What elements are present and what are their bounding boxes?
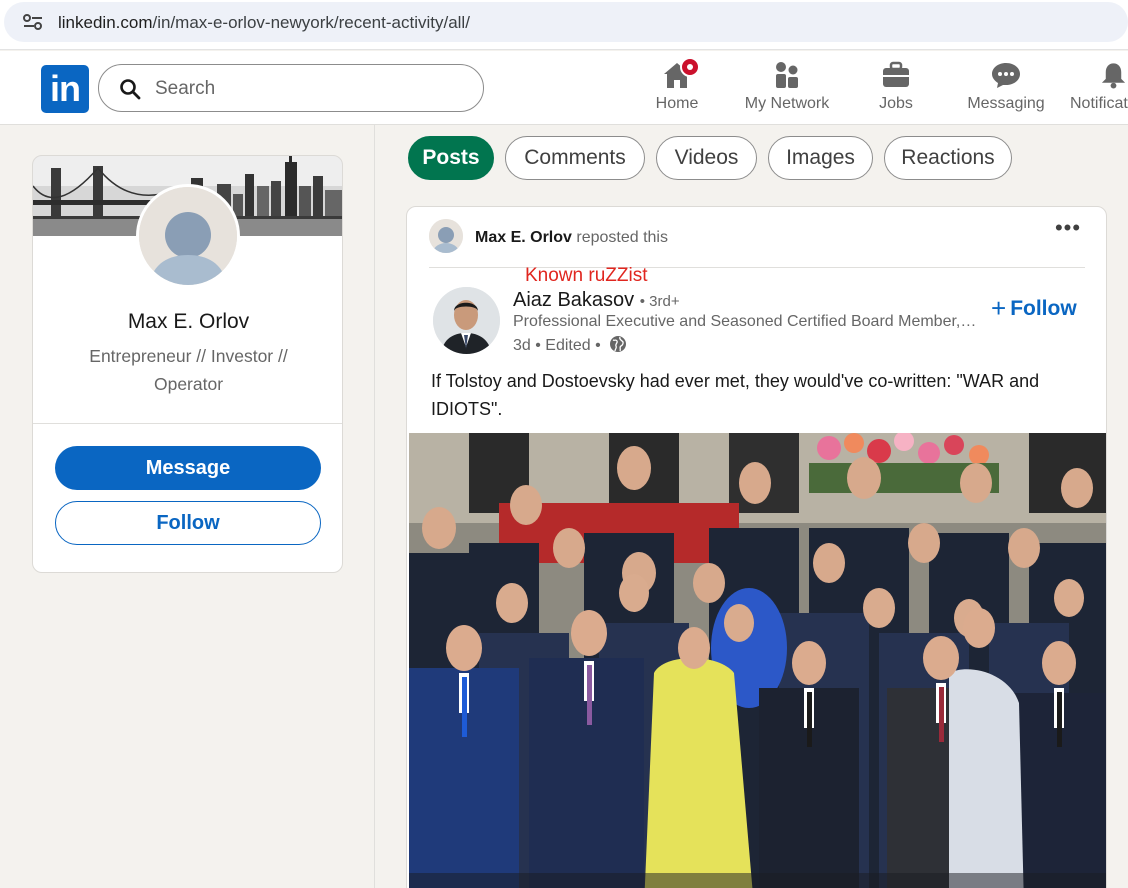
reposter-name[interactable]: Max E. Orlov [475,229,572,246]
nav-jobs[interactable]: Jobs [866,59,926,119]
follow-author-button[interactable]: + Follow [991,293,1077,324]
url-host: linkedin.com [58,13,153,32]
more-options-icon[interactable]: ••• [1053,217,1083,241]
nav-my-network[interactable]: My Network [738,59,836,119]
follow-author-label: Follow [1010,297,1077,320]
default-person-icon [429,219,463,253]
post-time: 3d • Edited • [513,337,601,354]
filter-reactions[interactable]: Reactions [884,136,1012,180]
nav-home-label: Home [655,95,699,112]
author-name-line: Aiaz Bakasov • 3rd+ [513,289,680,312]
follow-profile-button[interactable]: Follow [55,501,321,545]
global-nav: in Home My Network [0,51,1128,125]
default-person-icon [139,187,237,285]
search-icon [120,79,141,100]
post-meta: 3d • Edited • [513,335,627,355]
filter-comments[interactable]: Comments [505,136,645,180]
author-avatar[interactable] [433,287,500,354]
post-image[interactable] [409,433,1106,888]
profile-headline: Entrepreneur // Investor // Operator [89,346,288,394]
message-button[interactable]: Message [55,446,321,490]
nav-notifications-label: Notifications [1070,95,1128,112]
nav-jobs-label: Jobs [879,95,913,112]
post-text: If Tolstoy and Dostoevsky had ever met, … [431,371,1040,419]
plus-icon: + [991,293,1007,323]
linkedin-logo[interactable]: in [41,65,89,113]
nav-messaging[interactable]: Messaging [962,59,1050,119]
search-input[interactable] [155,77,455,101]
reposter-avatar[interactable] [429,219,463,253]
url-path: /in/max-e-orlov-newyork/recent-activity/… [152,13,470,32]
post-card: Max E. Orlov reposted this ••• Known ruZ… [406,206,1107,888]
filter-images[interactable]: Images [768,136,873,180]
red-annotation: Known ruZZist [525,265,648,286]
nav-messaging-label: Messaging [967,95,1045,112]
address-bar[interactable]: linkedin.com/in/max-e-orlov-newyork/rece… [4,2,1128,42]
group-photo [409,433,1106,888]
people-icon [776,62,798,88]
nav-my-network-label: My Network [744,95,830,112]
search-box[interactable] [98,64,484,112]
filter-posts[interactable]: Posts [408,136,494,180]
browser-toolbar: linkedin.com/in/max-e-orlov-newyork/rece… [0,0,1128,50]
url-text[interactable]: linkedin.com/in/max-e-orlov-newyork/rece… [58,13,470,33]
profile-name[interactable]: Max E. Orlov [33,310,342,334]
author-name[interactable]: Aiaz Bakasov [513,289,634,311]
profile-avatar[interactable] [136,184,240,288]
filter-videos[interactable]: Videos [656,136,757,180]
nav-notifications[interactable]: Notifications [1070,59,1128,119]
profile-card: Max E. Orlov Entrepreneur // Investor //… [32,155,343,573]
nav-home[interactable]: Home [644,57,710,119]
author-photo [433,287,500,354]
repost-text: reposted this [576,229,668,246]
left-column: Max E. Orlov Entrepreneur // Investor //… [0,125,375,888]
card-divider [33,423,342,424]
globe-icon [610,336,627,352]
chat-icon [992,63,1020,88]
repost-header: Max E. Orlov reposted this [475,229,668,247]
site-settings-icon[interactable] [22,13,44,31]
briefcase-icon [883,61,909,87]
notification-badge [680,57,700,77]
bell-icon [1101,63,1126,89]
connection-degree: • 3rd+ [639,293,680,310]
author-headline: Professional Executive and Seasoned Cert… [513,313,979,330]
